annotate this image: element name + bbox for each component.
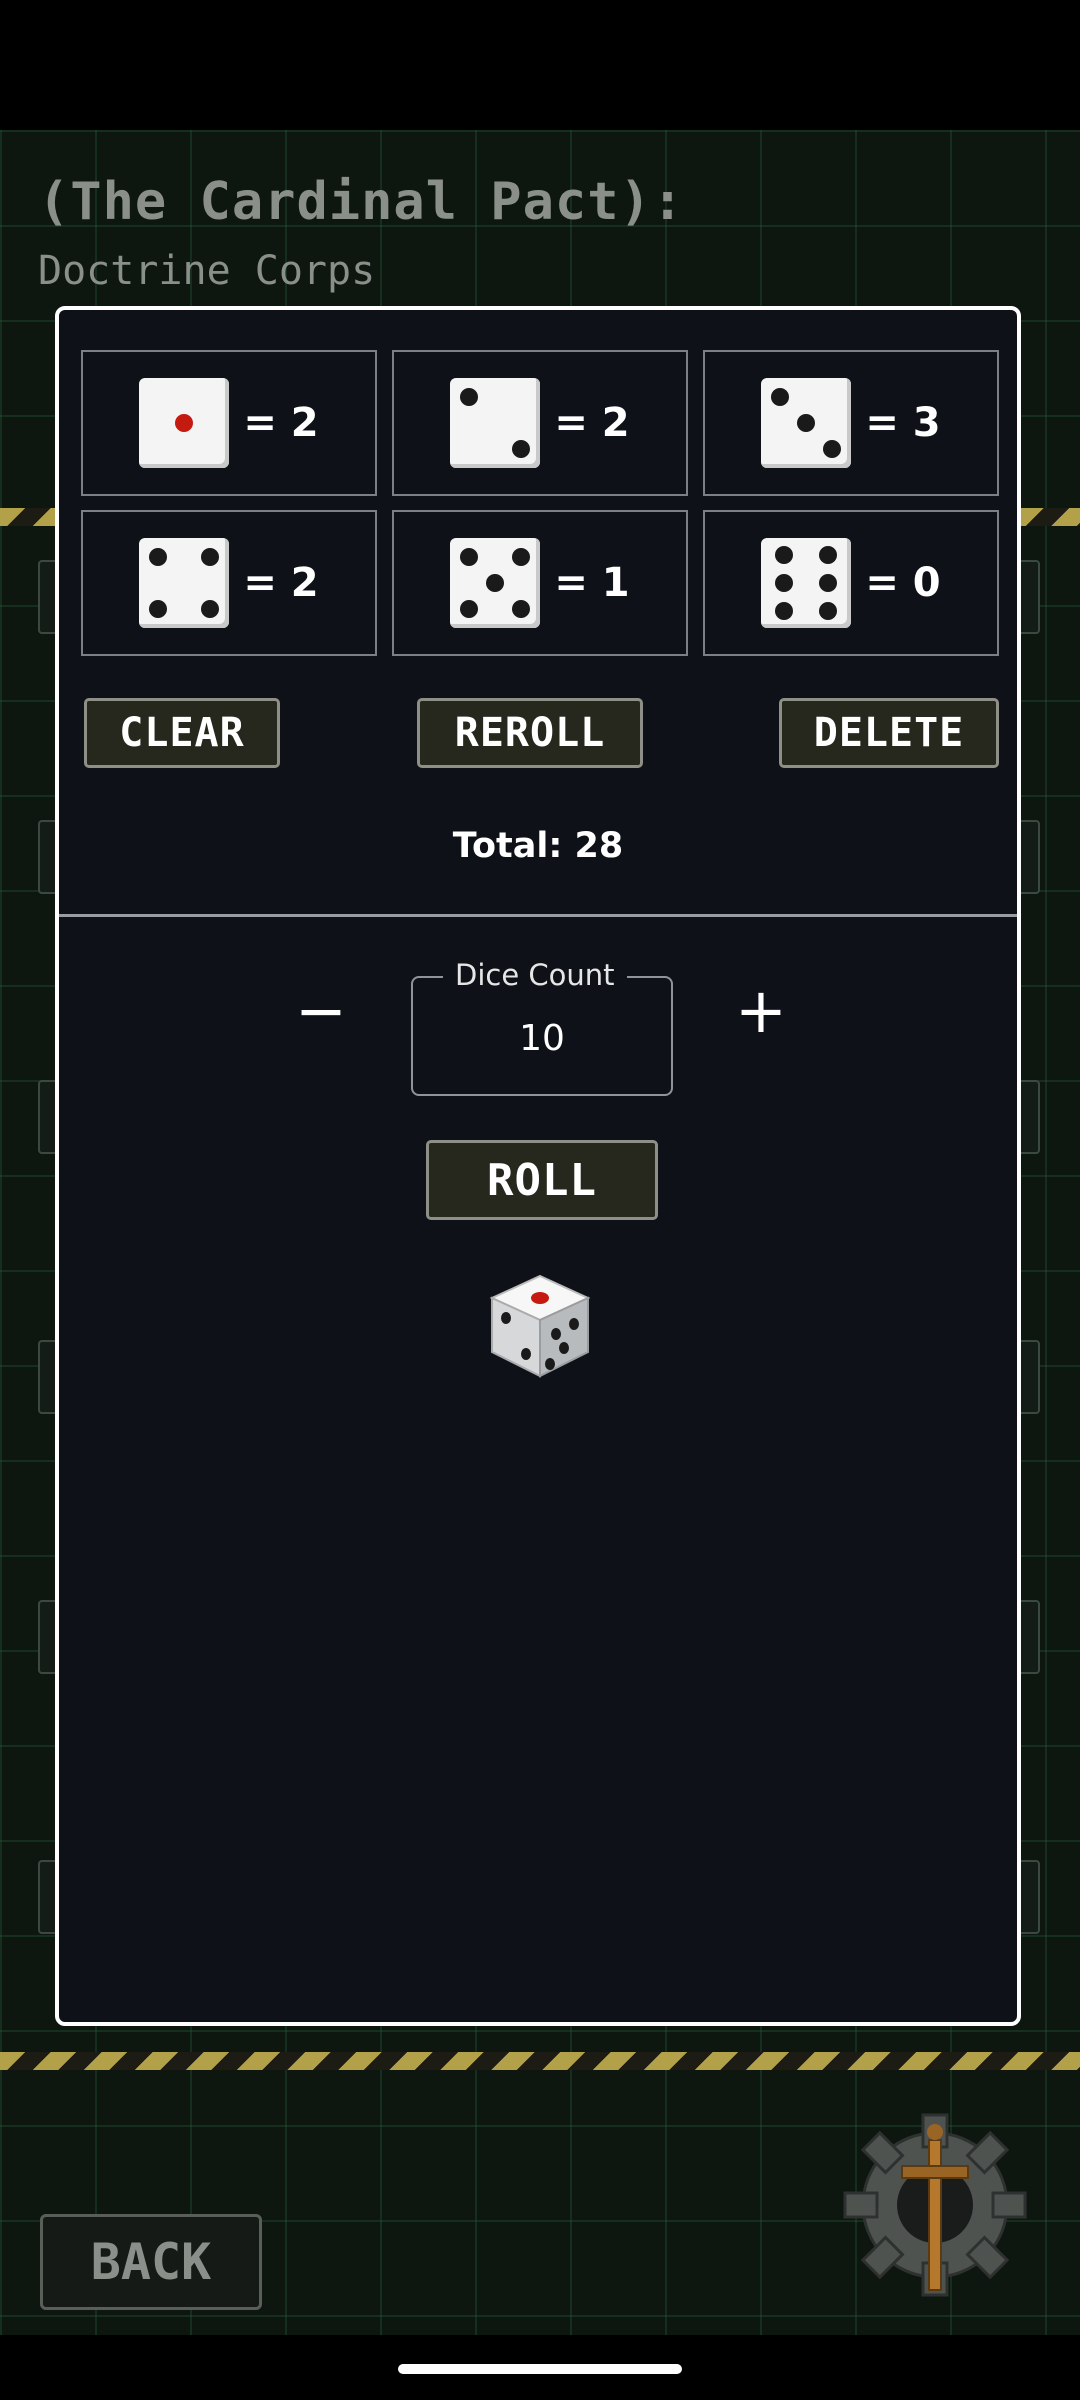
- dice-result-cell: = 3: [703, 350, 999, 496]
- dice-count-field[interactable]: Dice Count 10: [411, 958, 673, 1096]
- divider: [59, 914, 1017, 917]
- dice-count-value[interactable]: 10: [413, 1018, 671, 1059]
- gear-sword-icon[interactable]: [830, 2100, 1040, 2310]
- home-indicator[interactable]: [398, 2364, 682, 2374]
- die-face-three-icon: [761, 378, 852, 468]
- dice-result-cell: = 0: [703, 510, 999, 656]
- dice-count-label: Dice Count: [443, 958, 627, 992]
- status-bar: [0, 0, 1080, 130]
- page-subtitle: Doctrine Corps: [38, 248, 376, 294]
- dice-count-text: = 2: [554, 400, 630, 446]
- dice-count-text: = 3: [865, 400, 941, 446]
- dice-count-text: = 2: [243, 400, 319, 446]
- dice-results-grid: = 2 = 2 = 3 = 2 = 1 = 0: [81, 350, 1003, 656]
- delete-button[interactable]: DELETE: [779, 698, 999, 768]
- decrement-button[interactable]: −: [281, 970, 361, 1050]
- dice-count-text: = 0: [865, 560, 941, 606]
- total-text: Total: 28: [452, 826, 624, 866]
- dice-result-cell: = 2: [81, 350, 377, 496]
- reroll-button[interactable]: REROLL: [417, 698, 643, 768]
- dice-count-text: = 1: [554, 560, 630, 606]
- dice-3d-icon[interactable]: [484, 1270, 596, 1382]
- roll-button[interactable]: ROLL: [426, 1140, 658, 1220]
- dice-roller-dialog: = 2 = 2 = 3 = 2 = 1 = 0 CLEAR REROLL DEL…: [55, 306, 1021, 2026]
- die-face-one-icon: [139, 378, 230, 468]
- page-title: (The Cardinal Pact):: [38, 172, 685, 232]
- die-face-five-icon: [450, 538, 541, 628]
- dice-result-cell: = 1: [392, 510, 688, 656]
- clear-button[interactable]: CLEAR: [84, 698, 280, 768]
- back-button[interactable]: BACK: [40, 2214, 262, 2310]
- die-face-six-icon: [761, 538, 852, 628]
- dice-result-cell: = 2: [392, 350, 688, 496]
- hazard-stripe-bottom: [0, 2052, 1080, 2070]
- dice-count-text: = 2: [243, 560, 319, 606]
- die-face-four-icon: [139, 538, 230, 628]
- die-face-two-icon: [450, 378, 541, 468]
- dice-result-cell: = 2: [81, 510, 377, 656]
- increment-button[interactable]: +: [721, 970, 801, 1050]
